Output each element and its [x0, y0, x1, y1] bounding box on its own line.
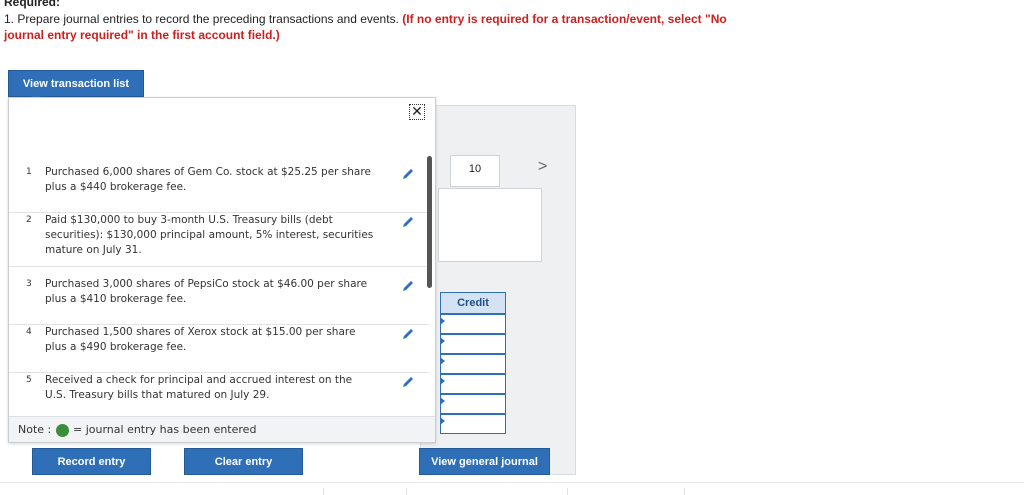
transaction-description: Purchased 1,500 shares of Xerox stock at…: [45, 326, 356, 353]
entered-status-dot-icon: [56, 424, 69, 437]
transaction-row[interactable]: 5 Received a check for principal and acc…: [9, 373, 429, 421]
transaction-description: Purchased 6,000 shares of Gem Co. stock …: [45, 166, 371, 193]
instruction-warning: (If no entry is required for a transacti…: [402, 12, 727, 26]
credit-input-row-1[interactable]: [440, 314, 506, 334]
transaction-number: 2: [26, 215, 32, 225]
pencil-edit-icon[interactable]: [401, 375, 415, 389]
transaction-row[interactable]: 1 Purchased 6,000 shares of Gem Co. stoc…: [9, 165, 429, 213]
next-entry-chevron-icon[interactable]: >: [538, 158, 547, 176]
footer-separator: [684, 488, 685, 495]
instruction-text: 1. Prepare journal entries to record the…: [4, 12, 399, 26]
view-general-journal-button[interactable]: View general journal: [419, 448, 550, 475]
transaction-number: 3: [26, 279, 32, 289]
transaction-row[interactable]: 3 Purchased 3,000 shares of PepsiCo stoc…: [9, 277, 429, 325]
journal-entry-number-tab[interactable]: 10: [450, 155, 500, 187]
transaction-number: 1: [26, 167, 32, 177]
credit-input-row-2[interactable]: [440, 334, 506, 354]
transaction-description: Paid $130,000 to buy 3-month U.S. Treasu…: [45, 214, 374, 256]
pencil-edit-icon[interactable]: [401, 167, 415, 181]
clear-entry-button[interactable]: Clear entry: [184, 448, 303, 475]
instruction-line-1: 1. Prepare journal entries to record the…: [4, 12, 727, 26]
transaction-list-popup: ✕ 1 Purchased 6,000 shares of Gem Co. st…: [8, 97, 436, 443]
transaction-number: 5: [26, 375, 32, 385]
credit-input-row-6[interactable]: [440, 414, 506, 434]
transaction-description: Purchased 3,000 shares of PepsiCo stock …: [45, 278, 368, 305]
note-label: Note :: [18, 423, 52, 436]
footer-separator: [567, 488, 568, 495]
transaction-row[interactable]: 4 Purchased 1,500 shares of Xerox stock …: [9, 325, 429, 373]
footer-separator: [406, 488, 407, 495]
list-scrollbar[interactable]: [427, 156, 432, 288]
pencil-edit-icon[interactable]: [401, 327, 415, 341]
footer-separator: [323, 488, 324, 495]
pencil-edit-icon[interactable]: [401, 279, 415, 293]
note-text: = journal entry has been entered: [73, 423, 257, 436]
pencil-edit-icon[interactable]: [401, 215, 415, 229]
close-icon[interactable]: ✕: [409, 104, 425, 120]
credit-input-row-4[interactable]: [440, 374, 506, 394]
credit-input-row-5[interactable]: [440, 394, 506, 414]
transaction-list: 1 Purchased 6,000 shares of Gem Co. stoc…: [9, 156, 429, 404]
view-transaction-list-button[interactable]: View transaction list: [8, 70, 144, 102]
record-entry-button[interactable]: Record entry: [32, 448, 151, 475]
footer-divider: [0, 482, 1024, 483]
credit-input-row-3[interactable]: [440, 354, 506, 374]
transaction-description: Received a check for principal and accru…: [45, 374, 353, 401]
transaction-row[interactable]: 2 Paid $130,000 to buy 3-month U.S. Trea…: [9, 213, 429, 267]
entry-description-box: [438, 188, 542, 262]
instruction-warning-continued: journal entry required" in the first acc…: [4, 28, 280, 42]
transaction-number: 4: [26, 327, 32, 337]
credit-column-header: Credit: [440, 292, 506, 314]
required-heading: Required:: [4, 0, 61, 9]
legend-note: Note : = journal entry has been entered: [9, 416, 435, 442]
